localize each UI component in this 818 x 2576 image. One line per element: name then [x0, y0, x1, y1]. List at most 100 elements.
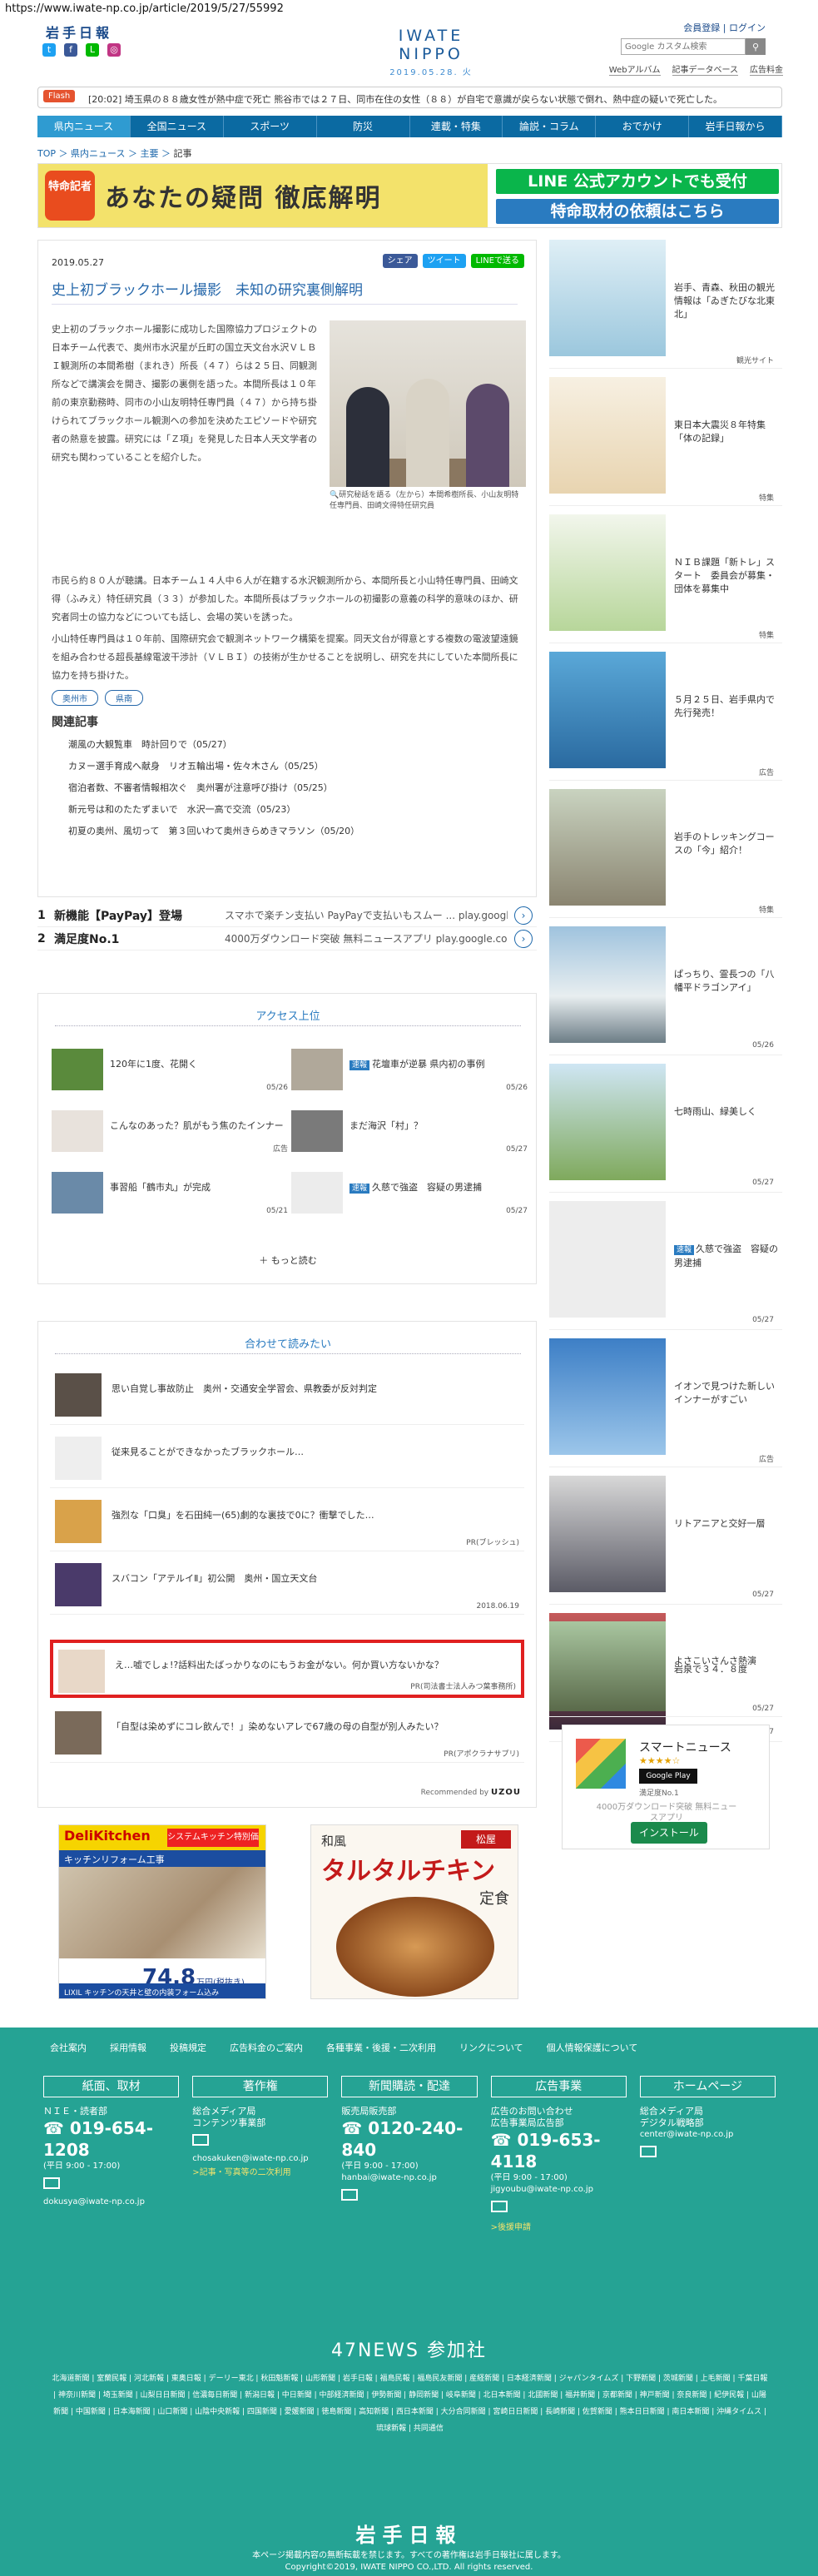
line-share-button[interactable]: LINEで送る: [470, 254, 524, 268]
breadcrumb-top[interactable]: TOP: [37, 148, 56, 159]
ranking-item[interactable]: 速報 花壇車が逆暴 県内初の事例 05/26: [291, 1049, 533, 1094]
contact-extra-link[interactable]: >後援申請: [491, 2220, 627, 2232]
mail-icon[interactable]: [639, 2146, 657, 2157]
nav-local-news[interactable]: 県内ニュース: [37, 116, 131, 137]
contact-phone[interactable]: ☎ 019-653-4118: [491, 2129, 627, 2172]
special-reporter-banner[interactable]: 特命記者 あなたの疑問 徹底解明 LINE 公式アカウントでも受付 特命取材の依…: [37, 163, 782, 228]
footer-logo[interactable]: 岩手日報: [0, 2519, 818, 2548]
related-item[interactable]: カヌー選手育成へ献身 リオ五輪出場・佐々木さん（05/25）: [68, 756, 359, 777]
facebook-share-button[interactable]: シェア: [382, 254, 418, 268]
url-bar[interactable]: https://www.iwate-np.co.jp/article/2019/…: [0, 0, 818, 18]
nav-sports[interactable]: スポーツ: [224, 116, 317, 137]
flash-text[interactable]: [20:02] 埼玉県の８８歳女性が熱中症で死亡 熊谷市では２７日、同市在住の女…: [88, 92, 771, 106]
twitter-icon[interactable]: t: [42, 43, 56, 57]
sidebar-item[interactable]: 速報 久慈で強盗 容疑の男逮捕 05/27: [549, 1201, 782, 1330]
nav-editorial[interactable]: 論説・コラム: [503, 116, 597, 137]
uzou-credit[interactable]: Recommended by UZOU: [421, 1788, 521, 1797]
sidebar-item[interactable]: リトアニアと交好一層 05/27: [549, 1476, 782, 1605]
recommended-item[interactable]: 思い自覚し事故防止 奥州・交通安全学習会、県教委が反対判定: [50, 1367, 524, 1425]
brand-logo[interactable]: IWATE NIPPO 2019.05.28. 火: [364, 27, 498, 77]
sidebar-item[interactable]: ５月２５日、岩手県内で先行発売！ 広告: [549, 652, 782, 781]
breadcrumb-main[interactable]: 主要: [140, 148, 158, 159]
related-item[interactable]: 宿泊者数、不審者情報相次ぐ 奥州署が注意呼び掛け（05/25）: [68, 777, 359, 799]
sidebar-thumb: [549, 1476, 666, 1592]
sidebar-item[interactable]: 東日本大震災８年特集「体の記録」 特集: [549, 377, 782, 506]
search-input[interactable]: [621, 38, 746, 55]
subnav-ad-rates[interactable]: 広告料金: [750, 62, 783, 76]
footer-link[interactable]: リンクについて: [459, 2041, 523, 2054]
mail-icon[interactable]: [341, 2189, 359, 2201]
related-item[interactable]: 新元号は和のたたずまいで 水沢一高で交流（05/23）: [68, 799, 359, 821]
sidebar-item[interactable]: ぱっちり、霊長つの「八幡平ドラゴンアイ」 05/26: [549, 926, 782, 1055]
subnav-database[interactable]: 記事データベース: [672, 62, 738, 76]
sidebar-item[interactable]: 岩手のトレッキングコースの「今」紹介！ 特集: [549, 789, 782, 918]
facebook-icon[interactable]: f: [64, 43, 77, 57]
site-logo[interactable]: 岩手日報: [46, 22, 112, 42]
text-ad[interactable]: 2 満足度No.1 4000万ダウンロード突破 無料ニュースアプリ play.g…: [37, 927, 537, 950]
contact-phone[interactable]: ☎ 019-654-1208: [43, 2117, 179, 2161]
install-button[interactable]: インストール: [631, 1822, 707, 1844]
ranking-item[interactable]: まだ海沢「村」？ 05/27: [291, 1110, 533, 1155]
ranking-item[interactable]: 事習船「鶴市丸」が完成 05/21: [52, 1172, 293, 1217]
lixil-ad[interactable]: DeliKitchen システムキッチン特別価格 キッチンリフォーム工事 74.…: [58, 1824, 266, 1999]
line-icon[interactable]: L: [86, 43, 99, 57]
related-item[interactable]: 初夏の奥州、風切って 第３回いわて奥州きらめきマラソン（05/20）: [68, 821, 359, 842]
contact-mail[interactable]: jigyoubu@iwate-np.co.jp: [491, 2184, 627, 2196]
sidebar-item[interactable]: ＮＩＢ課題「新トレ」スタート 委員会が募集・団体を募集中 特集: [549, 514, 782, 643]
recommended-item-highlighted[interactable]: え…嘘でしょ!?話料出たばっかりなのにもうお金がない。何か買い方ないかな？ PR…: [50, 1640, 524, 1698]
login-link[interactable]: ログイン: [729, 22, 766, 33]
contact-mail[interactable]: chosakuken@iwate-np.co.jp: [192, 2153, 328, 2165]
more-button[interactable]: ＋ もっと読む: [38, 1253, 538, 1267]
ranking-item[interactable]: こんなのあった？肌がもう焦のたインナー 広告: [52, 1110, 293, 1155]
recommended-item[interactable]: 強烈な「口臭」を石田純一(65)劇的な裏技で0に？衝撃でした… PR(ブレッシュ…: [50, 1493, 524, 1551]
recommended-item[interactable]: スバコン「アテルイⅡ」初公開 奥州・国立天文台 2018.06.19: [50, 1556, 524, 1615]
sidebar-item[interactable]: 七時雨山、緑美しく 05/27: [549, 1064, 782, 1193]
nav-from-iwate-nippo[interactable]: 岩手日報から: [689, 116, 782, 137]
contact-mail[interactable]: hanbai@iwate-np.co.jp: [341, 2172, 477, 2184]
sidebar-item[interactable]: 岩手、青森、秋田の観光情報は「ゐぎたびな北東北」 観光サイト: [549, 240, 782, 369]
nav-disaster[interactable]: 防災: [317, 116, 410, 137]
flash-news[interactable]: Flash [20:02] 埼玉県の８８歳女性が熱中症で死亡 熊谷市では２７日、…: [37, 87, 782, 108]
sidebar-item[interactable]: イオンで見つけた新しいインナーがすごい 広告: [549, 1338, 782, 1467]
tag-oshu[interactable]: 奥州市: [52, 690, 98, 706]
footer-link[interactable]: 各種事業・後援・二次利用: [326, 2041, 436, 2054]
contact-phone[interactable]: ☎ 0120-240-840: [341, 2117, 477, 2161]
recommended-item[interactable]: 「自型は染めずにコレ飲んで！」染めないアレで67歳の母の自型が別人みたい？ PR…: [50, 1705, 524, 1763]
article-photo[interactable]: [330, 320, 526, 487]
ranking-item[interactable]: 速報 久慈で強盗 容疑の男逮捕 05/27: [291, 1172, 533, 1217]
footer-link[interactable]: 個人情報保護について: [547, 2041, 638, 2054]
subnav-album[interactable]: Webアルバム: [608, 62, 661, 76]
matsuya-ad[interactable]: 和風 タルタルチキン 松屋 定食: [310, 1824, 518, 1999]
news47-papers[interactable]: 北海道新聞 | 室蘭民報 | 河北新報 | 東奥日報 | デーリー東北 | 秋田…: [50, 2370, 770, 2437]
tweet-button[interactable]: ツイート: [422, 254, 466, 268]
register-link[interactable]: 会員登録: [683, 22, 720, 33]
mail-icon[interactable]: [192, 2134, 210, 2146]
chevron-right-icon[interactable]: ›: [514, 906, 533, 925]
search-icon[interactable]: 🔍: [330, 491, 339, 499]
app-name: スマートニュース: [639, 1741, 731, 1755]
related-item[interactable]: 潮風の大観覧車 時計回りで（05/27）: [68, 734, 359, 756]
nav-outing[interactable]: おでかけ: [596, 116, 690, 137]
footer-link[interactable]: 投稿規定: [170, 2041, 206, 2054]
nav-series[interactable]: 連載・特集: [410, 116, 503, 137]
mail-icon[interactable]: [43, 2177, 60, 2189]
recommended-item[interactable]: 従来見ることができなかったブラックホール…: [50, 1430, 524, 1488]
contact-extra-link[interactable]: >記事・写真等の二次利用: [192, 2165, 328, 2177]
instagram-icon[interactable]: ◎: [107, 43, 121, 57]
smartnews-ad[interactable]: スマートニュース ★★★★☆ Google Play 満足度No.1 4000万…: [562, 1725, 770, 1849]
nav-national-news[interactable]: 全国ニュース: [131, 116, 224, 137]
mail-icon[interactable]: [490, 2201, 508, 2212]
contact-mail[interactable]: center@iwate-np.co.jp: [640, 2129, 776, 2141]
sidebar-item[interactable]: 岩泉で３４．８度 05/27: [549, 1621, 782, 1717]
search-button[interactable]: ⚲: [746, 38, 766, 55]
ranking-item[interactable]: 120年に1度、花開く 05/26: [52, 1049, 293, 1094]
text-ad[interactable]: 1 新機能【PayPay】登場 スマホで楽チン支払い PayPayで支払いもスム…: [37, 904, 537, 927]
contact-mail[interactable]: dokusya@iwate-np.co.jp: [43, 2196, 179, 2208]
footer-link[interactable]: 広告料金のご案内: [230, 2041, 303, 2054]
footer-link[interactable]: 採用情報: [110, 2041, 146, 2054]
tag-kennan[interactable]: 県南: [105, 690, 143, 706]
breadcrumb-local[interactable]: 県内ニュース: [71, 148, 125, 159]
footer-link[interactable]: 会社案内: [50, 2041, 87, 2054]
chevron-right-icon[interactable]: ›: [514, 929, 533, 948]
sidebar-thumb: [549, 926, 666, 1043]
